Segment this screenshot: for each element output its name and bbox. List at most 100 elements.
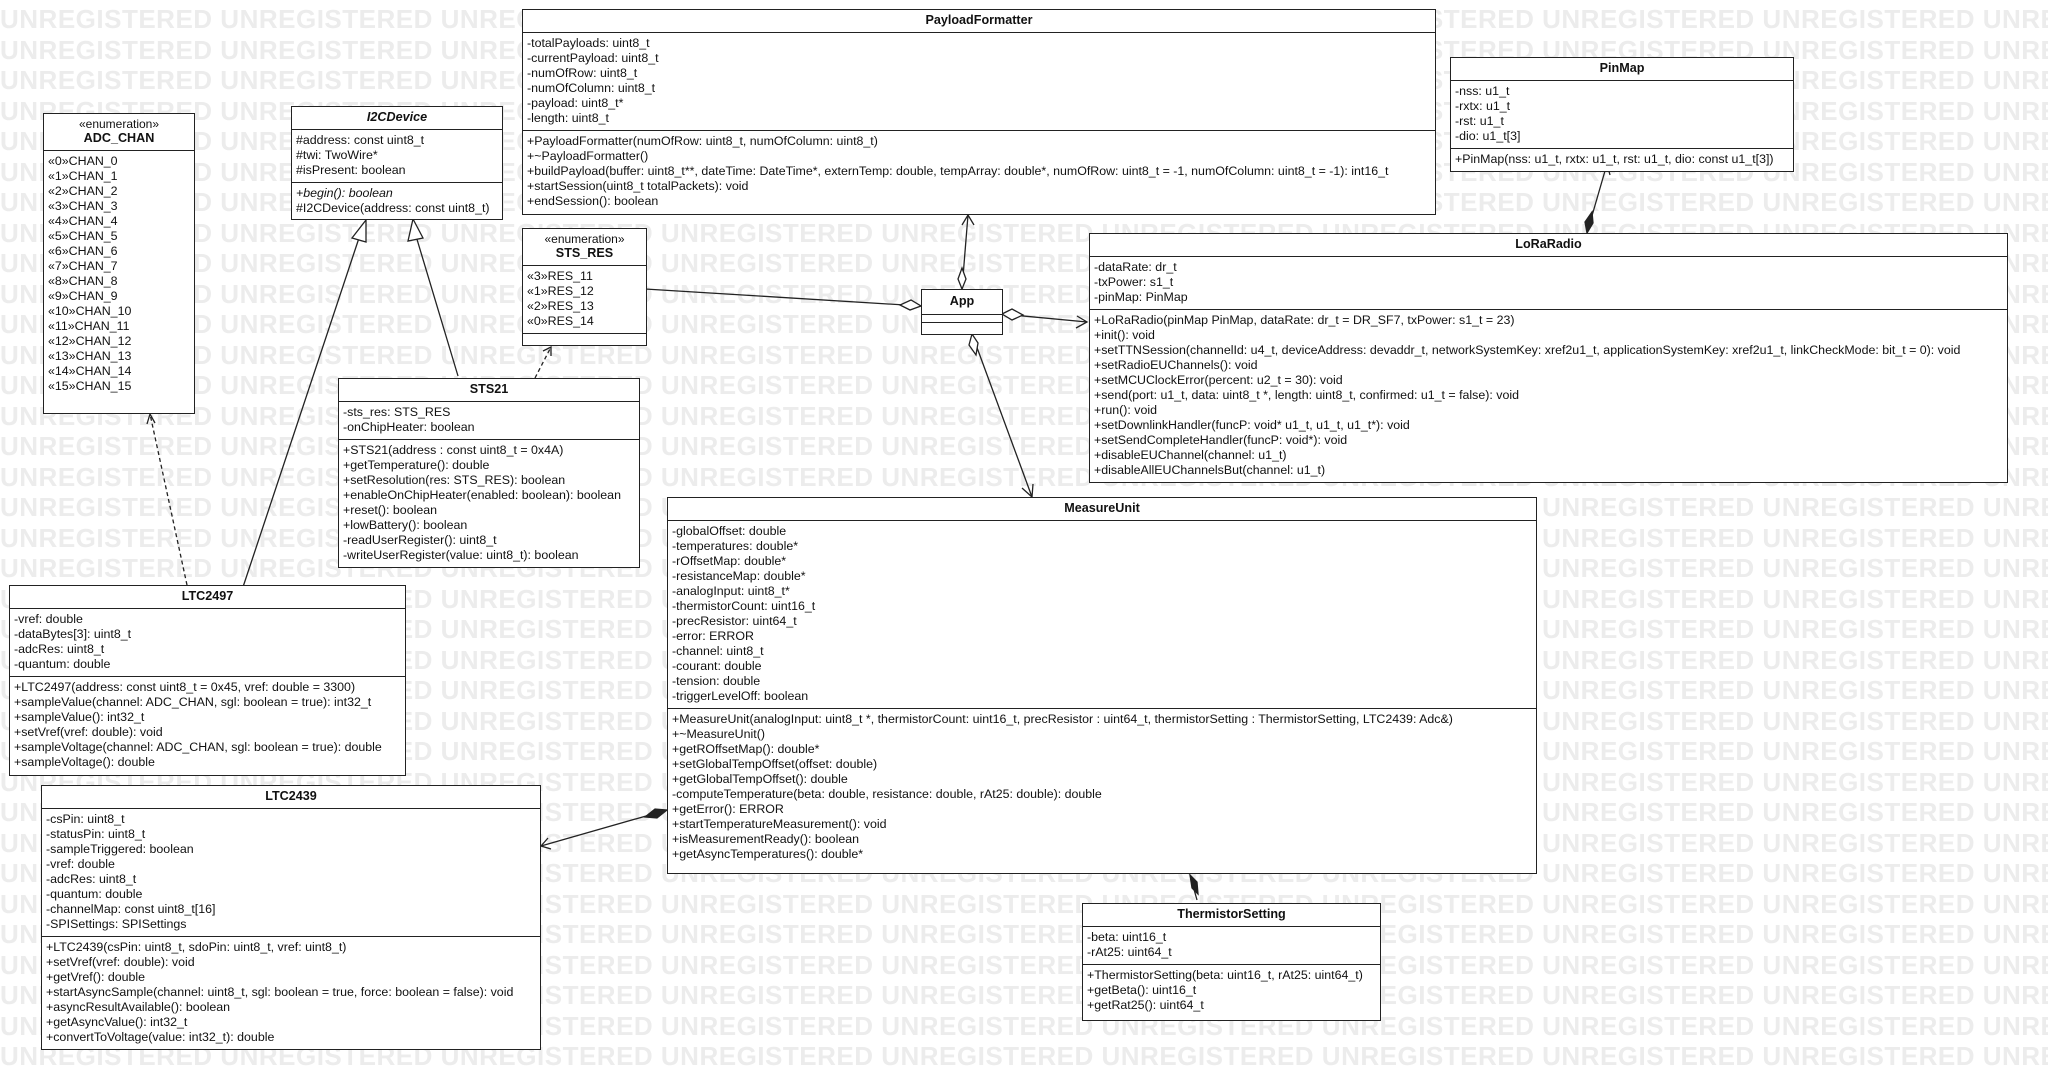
member-row: «13»CHAN_13 — [48, 349, 132, 363]
generalization-triangle — [350, 218, 367, 243]
member-row: -statusPin: uint8_t — [46, 827, 146, 841]
class-pinmap[interactable]: PinMap -nss: u1_t -rxtx: u1_t -rst: u1_t -d… — [1450, 57, 1794, 172]
generalization-triangle — [407, 217, 424, 242]
class-thermistorsetting[interactable]: ThermistorSetting -beta: uint16_t -rAt25:… — [1082, 903, 1381, 1021]
member-row: -dio: u1_t[3] — [1455, 129, 1521, 143]
class-ltc2439[interactable]: LTC2439 -csPin: uint8_t -statusPin: uint8… — [41, 785, 541, 1050]
member-row: +ThermistorSetting(beta: uint16_t, rAt25… — [1087, 968, 1363, 982]
stereotype-label: «enumeration» — [78, 117, 160, 131]
member-row: «3»RES_11 — [527, 269, 593, 283]
member-row: #address: const uint8_t — [296, 133, 425, 147]
member-row: #isPresent: boolean — [296, 163, 406, 177]
member-row: -quantum: double — [46, 887, 143, 901]
member-row: +convertToVoltage(value: int32_t): doubl… — [46, 1030, 275, 1044]
member-row: +asyncResultAvailable(): boolean — [46, 1000, 231, 1014]
class-app[interactable]: App — [921, 289, 1003, 335]
class-name: ADC_CHAN — [83, 131, 155, 145]
member-row: -numOfColumn: uint8_t — [527, 81, 656, 95]
class-name: STS21 — [469, 382, 509, 396]
member-row: +setTTNSession(channelId: u4_t, deviceAd… — [1094, 343, 1961, 357]
member-row: -rOffsetMap: double* — [672, 554, 787, 568]
class-header: PayloadFormatter — [523, 10, 1435, 33]
edge-app-measureunit — [971, 333, 1033, 498]
member-row: «1»CHAN_1 — [48, 169, 118, 183]
member-row: +sampleVoltage(channel: ADC_CHAN, sgl: b… — [14, 740, 382, 754]
member-row: «0»CHAN_0 — [48, 154, 118, 168]
member-row: «2»CHAN_2 — [48, 184, 118, 198]
member-row: -rst: u1_t — [1455, 114, 1504, 128]
member-row: -analogInput: uint8_t* — [672, 584, 790, 598]
member-row: +endSession(): boolean — [527, 194, 659, 208]
member-row: «6»CHAN_6 — [48, 244, 118, 258]
member-row: «15»CHAN_15 — [48, 379, 132, 393]
class-name: App — [949, 294, 975, 308]
member-row: -quantum: double — [14, 657, 111, 671]
member-row: +LTC2439(csPin: uint8_t, sdoPin: uint8_t… — [46, 940, 347, 954]
member-row: +setRadioEUChannels(): void — [1094, 358, 1258, 372]
member-row: +begin(): boolean — [296, 186, 393, 200]
member-row: «10»CHAN_10 — [48, 304, 132, 318]
aggregation-diamond — [957, 266, 967, 291]
member-row: +setVref(vref: double): void — [46, 955, 195, 969]
member-row: «14»CHAN_14 — [48, 364, 132, 378]
member-row: +sampleValue(): int32_t — [14, 710, 145, 724]
class-i2cdevice[interactable]: I2CDevice #address: const uint8_t #twi: T… — [291, 106, 503, 220]
enum-literals: «3»RES_11 «1»RES_12 «2»RES_13 «0»RES_14 — [523, 266, 646, 334]
stereotype-label: «enumeration» — [544, 232, 625, 246]
member-row: «12»CHAN_12 — [48, 334, 132, 348]
member-row: -writeUserRegister(value: uint8_t): bool… — [343, 548, 579, 562]
member-row: -dataBytes[3]: uint8_t — [14, 627, 132, 641]
operations-compartment: +PayloadFormatter(numOfRow: uint8_t, num… — [523, 131, 1435, 213]
class-adc-chan[interactable]: «enumeration» ADC_CHAN «0»CHAN_0 «1»CHAN_… — [43, 113, 195, 414]
member-row: +setDownlinkHandler(funcP: void* u1_t, u… — [1094, 418, 1410, 432]
edge-sts21-sts-res — [534, 346, 552, 379]
operations-compartment: +MeasureUnit(analogInput: uint8_t *, the… — [668, 709, 1536, 866]
operations-compartment: +LTC2439(csPin: uint8_t, sdoPin: uint8_t… — [42, 937, 540, 1049]
member-row: +setMCUClockError(percent: u2_t = 30): v… — [1094, 373, 1343, 387]
class-ltc2497[interactable]: LTC2497 -vref: double -dataBytes[3]: uint… — [9, 585, 406, 776]
member-row: +reset(): boolean — [343, 503, 438, 517]
empty-compartment — [523, 334, 646, 342]
member-row: +LoRaRadio(pinMap PinMap, dataRate: dr_t… — [1094, 313, 1515, 327]
class-name: MeasureUnit — [1064, 501, 1140, 515]
member-row: -resistanceMap: double* — [672, 569, 806, 583]
member-row: +STS21(address : const uint8_t = 0x4A) — [343, 443, 564, 457]
attributes-compartment: -sts_res: STS_RES -onChipHeater: boolean — [339, 402, 639, 440]
member-row: +lowBattery(): boolean — [343, 518, 468, 532]
edge-sts21-i2cdevice — [415, 235, 459, 377]
member-row: -temperatures: double* — [672, 539, 799, 553]
member-row: +getBeta(): uint16_t — [1087, 983, 1197, 997]
class-header: PinMap — [1451, 58, 1793, 81]
operations-compartment: +LTC2497(address: const uint8_t = 0x45, … — [10, 677, 405, 774]
member-row: «4»CHAN_4 — [48, 214, 118, 228]
aggregation-diamond — [968, 332, 979, 357]
class-measureunit[interactable]: MeasureUnit -globalOffset: double -temper… — [667, 497, 1537, 874]
class-payloadformatter[interactable]: PayloadFormatter -totalPayloads: uint8_t… — [522, 9, 1436, 215]
class-sts21[interactable]: STS21 -sts_res: STS_RES -onChipHeater: bo… — [338, 378, 640, 568]
member-row: -tension: double — [672, 674, 761, 688]
member-row: #twi: TwoWire* — [296, 148, 378, 162]
attributes-compartment: #address: const uint8_t #twi: TwoWire* #is… — [292, 130, 502, 183]
member-row: +getAsyncTemperatures(): double* — [672, 847, 864, 861]
attributes-compartment: -totalPayloads: uint8_t -currentPayload: … — [523, 33, 1435, 131]
aggregation-diamond — [898, 299, 923, 311]
member-row: +startSession(uint8_t totalPackets): voi… — [527, 179, 749, 193]
member-row: +enableOnChipHeater(enabled: boolean): b… — [343, 488, 621, 502]
class-name: LTC2439 — [265, 789, 317, 803]
member-row: +isMeasurementReady(): boolean — [672, 832, 859, 846]
member-row: -sts_res: STS_RES — [343, 405, 451, 419]
member-row: +disableEUChannel(channel: u1_t) — [1094, 448, 1287, 462]
member-row: -computeTemperature(beta: double, resist… — [672, 787, 1102, 801]
member-row: «8»CHAN_8 — [48, 274, 118, 288]
class-header: LTC2439 — [42, 786, 540, 809]
class-loraradio[interactable]: LoRaRadio -dataRate: dr_t -txPower: s1_t -… — [1089, 233, 2008, 483]
member-row: -onChipHeater: boolean — [343, 420, 475, 434]
class-sts-res[interactable]: «enumeration» STS_RES «3»RES_11 «1»RES_12… — [522, 228, 647, 346]
class-header: «enumeration» STS_RES — [523, 229, 646, 266]
member-row: «0»RES_14 — [527, 314, 594, 328]
member-row: +buildPayload(buffer: uint8_t**, dateTim… — [527, 164, 1389, 178]
enum-literals: «0»CHAN_0 «1»CHAN_1 «2»CHAN_2 «3»CHAN_3 «4»C… — [44, 151, 194, 398]
member-row: -SPISettings: SPISettings — [46, 917, 187, 931]
member-row: -channelMap: const uint8_t[16] — [46, 902, 216, 916]
edge-app-sts-res — [644, 288, 922, 307]
